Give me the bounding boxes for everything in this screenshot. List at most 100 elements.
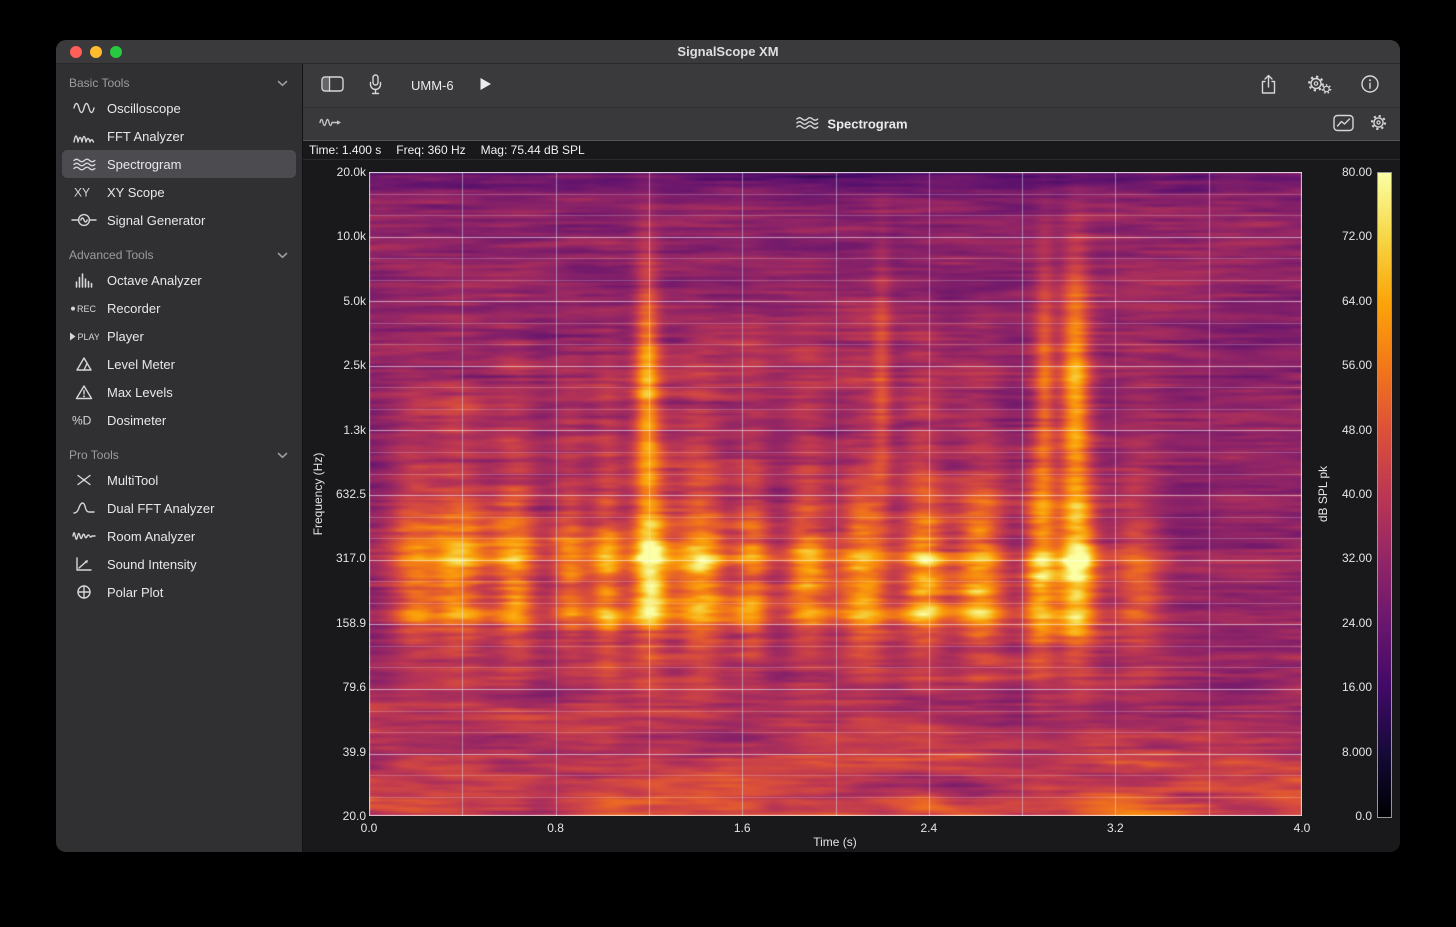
svg-text:%D: %D bbox=[72, 414, 92, 428]
sidebar-item-octave-analyzer[interactable]: Octave Analyzer bbox=[62, 266, 296, 294]
sidebar-item-label: Recorder bbox=[107, 301, 160, 316]
level-meter-icon bbox=[68, 356, 100, 372]
sidebar-item-label: Sound Intensity bbox=[107, 557, 197, 572]
y-tick-label: 10.0k bbox=[310, 229, 366, 243]
y-tick-label: 2.5k bbox=[310, 358, 366, 372]
dual-fft-icon bbox=[68, 500, 100, 516]
sidebar-item-label: XY Scope bbox=[107, 185, 165, 200]
colorbar-tick-label: 80.00 bbox=[1330, 165, 1372, 179]
colorbar-tick-label: 48.00 bbox=[1330, 423, 1372, 437]
device-name[interactable]: UMM-6 bbox=[411, 78, 454, 93]
main-panel: UMM-6 Spectrogram bbox=[303, 64, 1400, 852]
sidebar-section-header-basic-tools[interactable]: Basic Tools bbox=[56, 72, 302, 94]
plot-area: Frequency (Hz) dB SPL pk Time (s) 20.0k1… bbox=[303, 160, 1400, 852]
spectrogram-icon bbox=[68, 156, 100, 172]
colorbar-tick-label: 8.000 bbox=[1330, 745, 1372, 759]
share-button[interactable] bbox=[1259, 74, 1278, 98]
svg-text:XY: XY bbox=[74, 186, 90, 200]
colorbar-tick-label: 64.00 bbox=[1330, 294, 1372, 308]
sidebar-item-spectrogram[interactable]: Spectrogram bbox=[62, 150, 296, 178]
colorbar-tick-label: 40.00 bbox=[1330, 487, 1372, 501]
sidebar-item-label: FFT Analyzer bbox=[107, 129, 184, 144]
sidebar: Basic Tools Oscilloscope FFT Analyzer Spect… bbox=[56, 64, 303, 852]
colorbar-tick-label: 0.0 bbox=[1330, 809, 1372, 823]
titlebar: SignalScope XM bbox=[56, 40, 1400, 64]
colorbar-title: dB SPL pk bbox=[1316, 466, 1330, 522]
sidebar-item-label: Signal Generator bbox=[107, 213, 205, 228]
x-tick-label: 0.0 bbox=[347, 821, 391, 835]
oscilloscope-icon bbox=[68, 100, 100, 116]
sidebar-toggle-button[interactable] bbox=[321, 75, 344, 96]
sidebar-item-label: MultiTool bbox=[107, 473, 158, 488]
y-tick-label: 39.9 bbox=[310, 745, 366, 759]
sidebar-item-xy-scope[interactable]: XY XY Scope bbox=[62, 178, 296, 206]
colorbar-tick-label: 56.00 bbox=[1330, 358, 1372, 372]
info-button[interactable] bbox=[1360, 74, 1380, 97]
x-tick-label: 4.0 bbox=[1280, 821, 1324, 835]
sidebar-item-dosimeter[interactable]: %D Dosimeter bbox=[62, 406, 296, 434]
sidebar-item-max-levels[interactable]: Max Levels bbox=[62, 378, 296, 406]
status-mag: Mag: 75.44 dB SPL bbox=[481, 143, 585, 157]
octave-analyzer-icon bbox=[68, 272, 100, 288]
max-levels-icon bbox=[68, 384, 100, 400]
sidebar-item-label: Polar Plot bbox=[107, 585, 163, 600]
multitool-icon bbox=[68, 472, 100, 488]
settings-button[interactable] bbox=[1306, 74, 1332, 98]
sidebar-item-fft-analyzer[interactable]: FFT Analyzer bbox=[62, 122, 296, 150]
sidebar-item-oscilloscope[interactable]: Oscilloscope bbox=[62, 94, 296, 122]
sound-intensity-icon bbox=[68, 556, 100, 572]
section-label: Pro Tools bbox=[69, 448, 119, 462]
y-tick-label: 317.0 bbox=[310, 551, 366, 565]
sidebar-item-recorder[interactable]: REC Recorder bbox=[62, 294, 296, 322]
sidebar-item-signal-generator[interactable]: Signal Generator bbox=[62, 206, 296, 234]
colorbar-tick-label: 72.00 bbox=[1330, 229, 1372, 243]
gear-icon bbox=[1369, 113, 1388, 135]
y-tick-label: 158.9 bbox=[310, 616, 366, 630]
y-tick-label: 20.0k bbox=[310, 165, 366, 179]
zoom-button[interactable] bbox=[110, 46, 122, 58]
sidebar-item-multitool[interactable]: MultiTool bbox=[62, 466, 296, 494]
sidebar-item-label: Octave Analyzer bbox=[107, 273, 202, 288]
section-label: Advanced Tools bbox=[69, 248, 154, 262]
sidebar-item-dual-fft-analyzer[interactable]: Dual FFT Analyzer bbox=[62, 494, 296, 522]
x-tick-label: 3.2 bbox=[1093, 821, 1137, 835]
spectrogram-canvas[interactable] bbox=[369, 172, 1302, 816]
close-button[interactable] bbox=[70, 46, 82, 58]
plot-options-button[interactable] bbox=[1333, 114, 1354, 135]
sidebar-item-label: Dual FFT Analyzer bbox=[107, 501, 214, 516]
chevron-down-icon bbox=[277, 76, 288, 90]
view-title-group: Spectrogram bbox=[795, 115, 907, 134]
sidebar-item-level-meter[interactable]: Level Meter bbox=[62, 350, 296, 378]
share-icon bbox=[1259, 74, 1278, 98]
view-settings-button[interactable] bbox=[1369, 113, 1388, 135]
sidebar-item-label: Max Levels bbox=[107, 385, 173, 400]
sidebar-item-label: Player bbox=[107, 329, 144, 344]
sidebar-item-label: Dosimeter bbox=[107, 413, 166, 428]
svg-text:REC: REC bbox=[77, 304, 97, 314]
wave-route-icon bbox=[319, 115, 342, 134]
info-icon bbox=[1360, 74, 1380, 97]
sidebar-item-polar-plot[interactable]: Polar Plot bbox=[62, 578, 296, 606]
y-tick-label: 5.0k bbox=[310, 294, 366, 308]
y-tick-label: 632.5 bbox=[310, 487, 366, 501]
app-window: SignalScope XM Basic Tools Oscilloscope FF… bbox=[56, 40, 1400, 852]
colorbar-tick-label: 24.00 bbox=[1330, 616, 1372, 630]
signal-flow-button[interactable] bbox=[319, 115, 342, 134]
x-tick-label: 1.6 bbox=[720, 821, 764, 835]
sidebar-item-sound-intensity[interactable]: Sound Intensity bbox=[62, 550, 296, 578]
y-tick-label: 79.6 bbox=[310, 680, 366, 694]
input-device-button[interactable] bbox=[368, 74, 383, 98]
sidebar-section-header-advanced-tools[interactable]: Advanced Tools bbox=[56, 244, 302, 266]
sidebar-item-label: Oscilloscope bbox=[107, 101, 181, 116]
view-toolbar: Spectrogram bbox=[303, 108, 1400, 141]
gears-icon bbox=[1306, 74, 1332, 98]
sidebar-item-player[interactable]: PLAY Player bbox=[62, 322, 296, 350]
sidebar-item-label: Level Meter bbox=[107, 357, 175, 372]
minimize-button[interactable] bbox=[90, 46, 102, 58]
sidebar-item-room-analyzer[interactable]: Room Analyzer bbox=[62, 522, 296, 550]
sidebar-item-label: Spectrogram bbox=[107, 157, 181, 172]
svg-text:PLAY: PLAY bbox=[78, 332, 100, 342]
sidebar-section-header-pro-tools[interactable]: Pro Tools bbox=[56, 444, 302, 466]
statusbar: Time: 1.400 s Freq: 360 Hz Mag: 75.44 dB… bbox=[303, 141, 1400, 160]
play-button[interactable] bbox=[478, 76, 493, 95]
